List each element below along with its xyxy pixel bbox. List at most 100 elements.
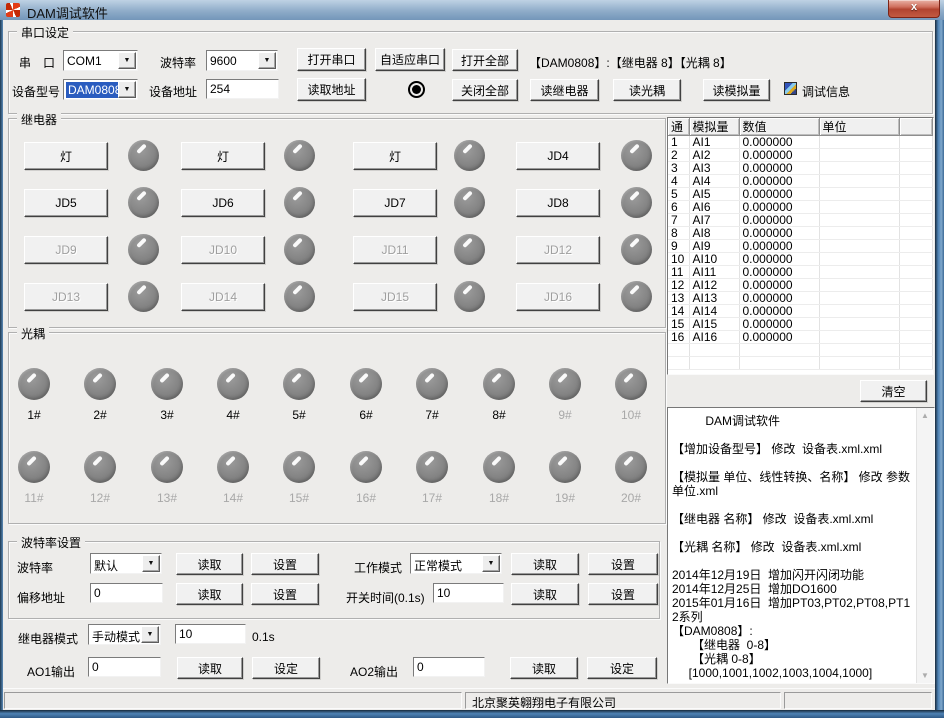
table-row[interactable]: 1AI10.000000 [668, 136, 933, 149]
table-row[interactable]: 6AI60.000000 [668, 201, 933, 214]
chevron-down-icon[interactable]: ▼ [258, 52, 276, 69]
ao1-input[interactable]: 0 [88, 657, 161, 677]
table-row[interactable]: 4AI40.000000 [668, 175, 933, 188]
table-row[interactable]: 7AI70.000000 [668, 214, 933, 227]
relay-button-4[interactable]: JD4 [516, 142, 600, 170]
debug-info-label[interactable]: 调试信息 [802, 83, 850, 100]
relay-button-1[interactable]: 灯 [24, 142, 108, 170]
address-input[interactable]: 254 [206, 79, 279, 99]
switch-time-set-button[interactable]: 设置 [588, 583, 658, 605]
cell-unit [819, 279, 899, 292]
opto-led-label-9: 9# [539, 408, 591, 422]
relay-button-3[interactable]: 灯 [353, 142, 437, 170]
opto-led-2 [84, 368, 116, 400]
switch-time-read-button[interactable]: 读取 [511, 583, 579, 605]
relay-led-6 [284, 187, 315, 218]
offset-input[interactable]: 0 [90, 583, 163, 603]
ao2-set-button[interactable]: 设定 [587, 657, 657, 679]
table-row[interactable]: 14AI140.000000 [668, 305, 933, 318]
device-summary: 【DAM0808】:【继电器 8】【光耦 8】 [529, 54, 732, 71]
baudrate-combobox[interactable]: 默认 ▼ [90, 553, 162, 574]
switch-time-input[interactable]: 10 [433, 583, 504, 603]
relay-led-2 [284, 140, 315, 171]
switch-time-label: 开关时间(0.1s) [346, 589, 425, 606]
open-serial-button[interactable]: 打开串口 [297, 48, 366, 71]
relay-led-8 [621, 187, 652, 218]
work-mode-set-button[interactable]: 设置 [588, 553, 658, 575]
chevron-down-icon[interactable]: ▼ [482, 555, 500, 572]
work-mode-combobox[interactable]: 正常模式 ▼ [410, 553, 502, 574]
title-bar[interactable]: DAM调试软件 x [0, 0, 944, 21]
open-all-button[interactable]: 打开全部 [452, 49, 518, 71]
read-opto-button[interactable]: 读光耦 [613, 79, 681, 101]
ao2-input[interactable]: 0 [413, 657, 485, 677]
port-combobox[interactable]: COM1 ▼ [63, 50, 138, 71]
relay-time-unit: 0.1s [252, 630, 275, 644]
read-address-button[interactable]: 读取地址 [297, 78, 366, 101]
table-row[interactable]: 10AI100.000000 [668, 253, 933, 266]
model-combobox[interactable]: DAM0808 ▼ [63, 79, 138, 100]
relay-mode-combobox[interactable]: 手动模式 ▼ [88, 624, 161, 645]
table-row[interactable]: 9AI90.000000 [668, 240, 933, 253]
debug-info-icon[interactable] [784, 82, 797, 95]
chevron-down-icon[interactable]: ▼ [118, 52, 136, 69]
cell-unit [819, 214, 899, 227]
offset-label: 偏移地址 [17, 589, 65, 606]
cell-value: 0.000000 [739, 227, 819, 240]
table-row[interactable]: 15AI150.000000 [668, 318, 933, 331]
table-row[interactable]: 13AI130.000000 [668, 292, 933, 305]
read-analog-button[interactable]: 读模拟量 [703, 79, 770, 101]
ao2-read-button[interactable]: 读取 [510, 657, 578, 679]
table-row[interactable]: 16AI160.000000 [668, 331, 933, 344]
scroll-down-icon[interactable]: ▼ [921, 671, 929, 680]
relay-button-8[interactable]: JD8 [516, 189, 600, 217]
cell-unit [819, 253, 899, 266]
cell-name: AI10 [689, 253, 739, 266]
clear-button[interactable]: 清空 [860, 380, 927, 402]
relay-button-7[interactable]: JD7 [353, 189, 437, 217]
relay-led-7 [454, 187, 485, 218]
offset-set-button[interactable]: 设置 [251, 583, 319, 605]
close-all-button[interactable]: 关闭全部 [452, 79, 518, 101]
baud-combobox[interactable]: 9600 ▼ [206, 50, 278, 71]
chevron-down-icon[interactable]: ▼ [141, 626, 159, 643]
opto-led-11 [18, 451, 50, 483]
relay-button-2[interactable]: 灯 [181, 142, 265, 170]
relay-button-6[interactable]: JD6 [181, 189, 265, 217]
log-line [672, 456, 914, 470]
table-row[interactable]: 12AI120.000000 [668, 279, 933, 292]
baudrate-set-button[interactable]: 设置 [251, 553, 319, 575]
chevron-down-icon[interactable]: ▼ [118, 81, 136, 98]
log-scrollbar[interactable]: ▲ ▼ [916, 408, 934, 683]
cell-name: AI1 [689, 136, 739, 149]
relay-button-5[interactable]: JD5 [24, 189, 108, 217]
relay-time-input[interactable]: 10 [175, 624, 246, 644]
status-bar: 北京聚英翱翔电子有限公司 [3, 688, 935, 711]
chevron-down-icon[interactable]: ▼ [142, 555, 160, 572]
cell-extra [899, 279, 933, 292]
offset-read-button[interactable]: 读取 [176, 583, 243, 605]
table-row[interactable]: 11AI110.000000 [668, 266, 933, 279]
cell-extra [899, 188, 933, 201]
cell-empty [899, 344, 933, 357]
relay-button-13: JD13 [24, 283, 108, 311]
work-mode-read-button[interactable]: 读取 [511, 553, 579, 575]
table-row[interactable]: 3AI30.000000 [668, 162, 933, 175]
ao1-read-button[interactable]: 读取 [177, 657, 243, 679]
cell-extra [899, 175, 933, 188]
table-row[interactable]: 8AI80.000000 [668, 227, 933, 240]
ao1-set-button[interactable]: 设定 [252, 657, 320, 679]
cell-unit [819, 305, 899, 318]
cell-unit [819, 266, 899, 279]
opto-led-5 [283, 368, 315, 400]
scroll-up-icon[interactable]: ▲ [921, 411, 929, 420]
close-button[interactable]: x [888, 0, 940, 18]
cell-unit [819, 188, 899, 201]
adaptive-serial-button[interactable]: 自适应串口 [375, 48, 445, 71]
table-row[interactable]: 2AI20.000000 [668, 149, 933, 162]
cell-name: AI4 [689, 175, 739, 188]
read-relay-button[interactable]: 读继电器 [530, 79, 599, 101]
opto-led-label-17: 17# [406, 491, 458, 505]
table-row[interactable]: 5AI50.000000 [668, 188, 933, 201]
baudrate-read-button[interactable]: 读取 [176, 553, 243, 575]
